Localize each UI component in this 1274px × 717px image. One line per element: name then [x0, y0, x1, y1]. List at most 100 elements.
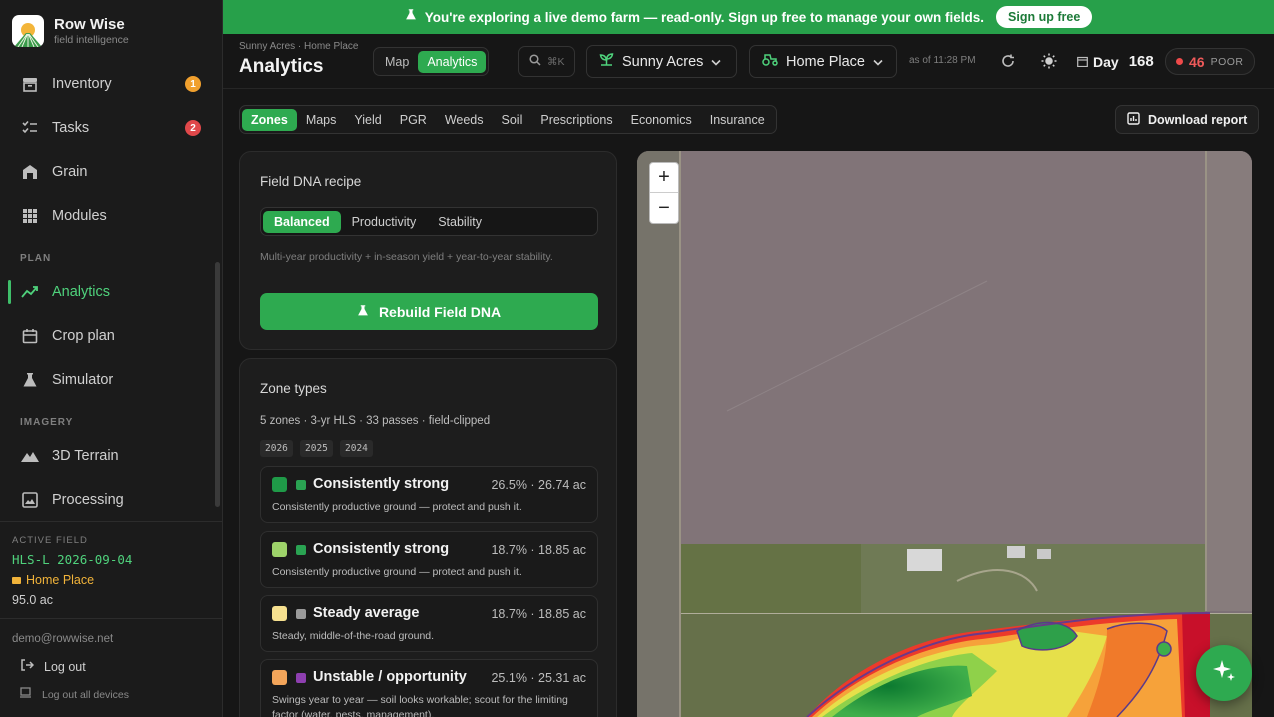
grid-icon — [21, 207, 39, 225]
active-field-panel: ACTIVE FIELD HLS-L 2026-09-04 Home Place… — [0, 521, 222, 619]
tab-economics[interactable]: Economics — [622, 109, 701, 131]
field-map[interactable]: + − — [637, 151, 1252, 717]
logout-all-button[interactable]: Log out all devices — [20, 687, 129, 702]
sidebar-item-label: Analytics — [52, 284, 111, 300]
status-dot — [1176, 58, 1183, 65]
field-dna-card: Field DNA recipe Balanced Productivity S… — [239, 151, 617, 350]
zone-description: Consistently productive ground — protect… — [272, 566, 522, 578]
year-chip-2026[interactable]: 2026 — [260, 440, 293, 457]
flask-icon — [357, 304, 369, 320]
zone-color-swatch — [272, 670, 287, 685]
ai-assistant-button[interactable] — [1196, 645, 1252, 701]
zone-description: Consistently productive ground — protect… — [272, 501, 522, 513]
zone-color-swatch — [272, 606, 287, 621]
download-report-button[interactable]: Download report — [1115, 105, 1260, 134]
sidebar-item-label: Modules — [52, 208, 107, 224]
zone-item[interactable]: Steady average 18.7% · 18.85 ac Steady, … — [260, 595, 598, 652]
zone-share: 25.1% · 25.31 ac — [491, 671, 586, 685]
zone-meta: 5 zones · 3-yr HLS · 33 passes · field-c… — [260, 415, 491, 427]
view-toggle-analytics[interactable]: Analytics — [418, 50, 487, 73]
field-select-value: Home Place — [786, 53, 865, 70]
recipe-balanced[interactable]: Balanced — [263, 210, 341, 233]
zone-share: 18.7% · 18.85 ac — [491, 607, 586, 621]
zone-class-tag — [296, 545, 306, 555]
sidebar-item-3d-terrain[interactable]: 3D Terrain — [8, 436, 208, 476]
recipe-stability[interactable]: Stability — [427, 211, 493, 233]
active-field-name[interactable]: HLS-L 2026-09-04 — [12, 552, 132, 567]
account-email: demo@rowwise.net — [12, 633, 114, 645]
sidebar-item-crop-plan[interactable]: Crop plan — [8, 316, 208, 356]
breadcrumb: Sunny Acres · Home Place — [239, 41, 359, 52]
tab-prescriptions[interactable]: Prescriptions — [531, 109, 621, 131]
zone-share: 18.7% · 18.85 ac — [491, 543, 586, 557]
tab-pgr[interactable]: PGR — [391, 109, 436, 131]
folder-icon — [12, 576, 21, 584]
sidebar: Row Wise field intelligence Inventory 1 … — [0, 0, 223, 717]
day-value: 168 — [1128, 53, 1154, 70]
field-health-score[interactable]: 46 POOR — [1165, 48, 1255, 75]
zoom-out-button[interactable]: − — [650, 193, 678, 223]
zone-class-tag — [296, 673, 306, 683]
calendar-icon — [1077, 54, 1088, 70]
zone-name: Steady average — [313, 605, 420, 621]
zone-item[interactable]: Consistently strong 18.7% · 18.85 ac Con… — [260, 531, 598, 588]
sidebar-item-modules[interactable]: Modules — [8, 196, 208, 236]
tab-weeds[interactable]: Weeds — [436, 109, 493, 131]
sidebar-item-processing[interactable]: Processing — [8, 480, 208, 520]
demo-banner: You're exploring a live demo farm — read… — [223, 0, 1274, 34]
sidebar-item-grain[interactable]: Grain — [8, 152, 208, 192]
section-imagery: IMAGERY — [20, 417, 74, 428]
sprout-icon — [599, 52, 614, 71]
zoom-control: + − — [649, 162, 679, 224]
year-chip-2025[interactable]: 2025 — [300, 440, 333, 457]
search-icon — [529, 53, 541, 71]
zone-item[interactable]: Unstable / opportunity 25.1% · 25.31 ac … — [260, 659, 598, 717]
farm-select-value: Sunny Acres — [622, 53, 704, 70]
zone-class-tag — [296, 480, 306, 490]
rebuild-field-dna-button[interactable]: Rebuild Field DNA — [260, 293, 598, 330]
refresh-icon[interactable] — [999, 52, 1017, 70]
active-field-farm-label: Home Place — [26, 573, 95, 587]
sidebar-item-inventory[interactable]: Inventory 1 — [8, 64, 208, 104]
page-title: Analytics — [239, 56, 324, 77]
logout-all-label: Log out all devices — [42, 688, 129, 701]
tasks-badge: 2 — [185, 120, 201, 136]
active-field-farm[interactable]: Home Place — [12, 573, 94, 587]
brand-logo-icon — [12, 15, 44, 47]
recipe-productivity[interactable]: Productivity — [341, 211, 428, 233]
sign-up-button[interactable]: Sign up free — [996, 6, 1093, 28]
season-day: Day 168 — [1077, 53, 1154, 70]
tab-maps[interactable]: Maps — [297, 109, 346, 131]
sidebar-item-tasks[interactable]: Tasks 2 — [8, 108, 208, 148]
sidebar-item-label: Grain — [52, 164, 88, 180]
zone-color-swatch — [272, 477, 287, 492]
view-toggle-map[interactable]: Map — [376, 51, 418, 73]
sidebar-item-label: Inventory — [52, 76, 112, 92]
farm-select[interactable]: Sunny Acres — [586, 45, 737, 78]
field-select[interactable]: Home Place — [749, 45, 897, 78]
zone-color-swatch — [272, 542, 287, 557]
tab-zones[interactable]: Zones — [242, 108, 297, 131]
tab-insurance[interactable]: Insurance — [701, 109, 774, 131]
field-dna-title: Field DNA recipe — [260, 174, 362, 189]
sidebar-item-simulator[interactable]: Simulator — [8, 360, 208, 400]
tab-soil[interactable]: Soil — [493, 109, 532, 131]
sparkle-icon — [1211, 658, 1237, 689]
sidebar-scrollbar[interactable] — [215, 262, 220, 507]
checklist-icon — [21, 119, 39, 137]
brand[interactable]: Row Wise field intelligence — [12, 15, 129, 47]
sidebar-item-label: Crop plan — [52, 328, 115, 344]
sidebar-item-analytics[interactable]: Analytics — [8, 272, 208, 312]
year-chip-2024[interactable]: 2024 — [340, 440, 373, 457]
search-button[interactable]: ⌘K — [518, 46, 575, 77]
zone-item[interactable]: Consistently strong 26.5% · 26.74 ac Con… — [260, 466, 598, 523]
active-field-caption: ACTIVE FIELD — [12, 535, 88, 546]
zone-description: Steady, middle-of-the-road ground. — [272, 630, 435, 642]
tab-yield[interactable]: Yield — [345, 109, 390, 131]
sun-icon[interactable] — [1040, 52, 1058, 70]
zoom-in-button[interactable]: + — [650, 163, 678, 193]
logout-button[interactable]: Log out — [20, 658, 86, 675]
zone-types-card: Zone types 5 zones · 3-yr HLS · 33 passe… — [239, 358, 617, 717]
flask-icon — [21, 371, 39, 389]
brand-subtitle: field intelligence — [54, 33, 129, 46]
